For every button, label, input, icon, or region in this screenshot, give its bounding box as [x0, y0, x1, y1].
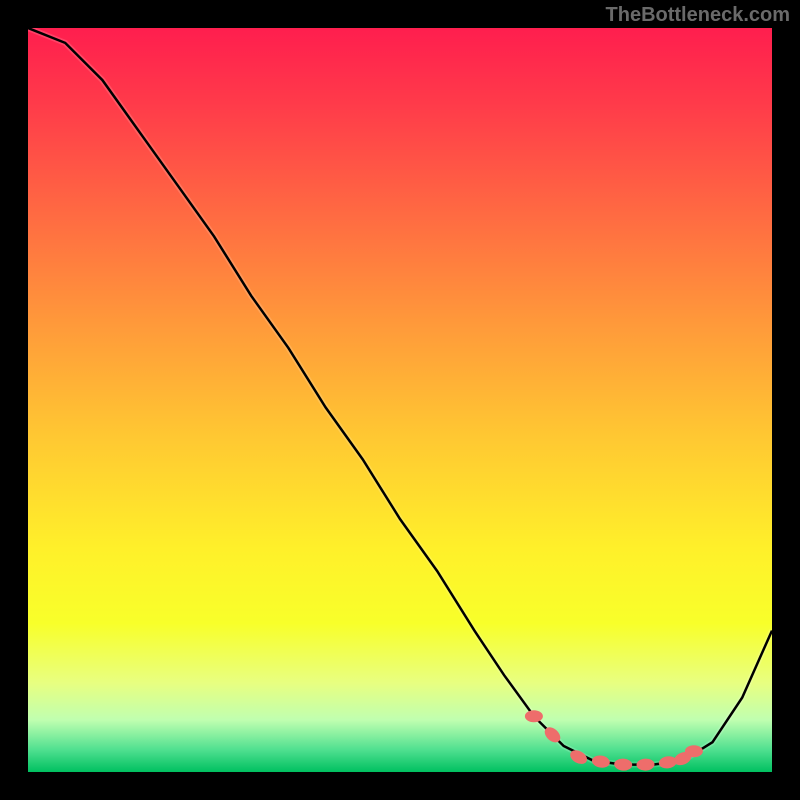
chart-plot-area	[28, 28, 772, 772]
curve-marker	[614, 758, 633, 771]
curve-marker	[591, 754, 611, 769]
curve-marker	[685, 745, 703, 757]
bottleneck-curve	[28, 28, 772, 765]
curve-marker	[636, 758, 655, 771]
chart-svg	[28, 28, 772, 772]
curve-marker	[525, 710, 543, 722]
watermark-text: TheBottleneck.com	[606, 4, 790, 27]
curve-glow	[28, 28, 772, 765]
